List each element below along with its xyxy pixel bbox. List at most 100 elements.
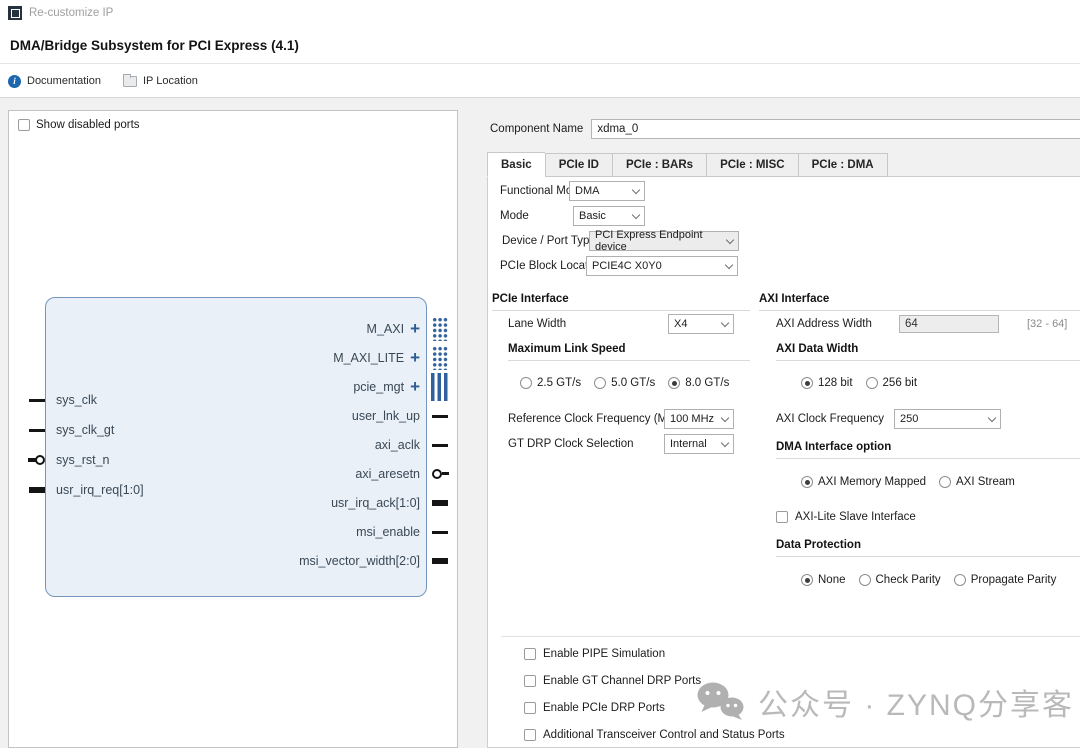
port-usr-irq-ack-1-0: usr_irq_ack[1:0] [46,493,426,513]
radio-5-0-gt-s[interactable]: 5.0 GT/s [594,377,655,389]
bus-pin-icon [432,558,448,564]
checkbox-additional-transceiver-control-and-status-ports[interactable]: Additional Transceiver Control and Statu… [524,725,785,745]
radio-propagate-parity[interactable]: Propagate Parity [954,574,1057,586]
port-label: M_AXI [367,322,405,336]
gt-drp-label: GT DRP Clock Selection [508,438,633,450]
chevron-down-icon [632,210,640,218]
gt-drp-select[interactable]: Internal [664,434,734,454]
checkbox-enable-pcie-drp-ports[interactable]: Enable PCIe DRP Ports [524,698,665,718]
checkbox-label: Enable PIPE Simulation [543,648,665,660]
axi-addr-width-range: [32 - 64] [1027,318,1067,330]
scalar-pin-icon [29,429,45,432]
bus-pin-icon [29,487,45,493]
ip-core-block: sys_clksys_clk_gtsys_rst_nusr_irq_req[1:… [45,297,427,597]
checkbox-icon [18,119,30,131]
radio-label: 2.5 GT/s [537,377,581,389]
radio-axi-stream[interactable]: AXI Stream [939,476,1015,488]
device-port-type-label: Device / Port Type [502,235,596,247]
info-icon: i [8,75,21,88]
port-label: pcie_mgt [353,380,404,394]
radio-label: 5.0 GT/s [611,377,655,389]
data-protection-title: Data Protection [776,539,1080,557]
lane-width-select[interactable]: X4 [668,314,734,334]
radio-label: AXI Memory Mapped [818,476,926,488]
ref-clock-select[interactable]: 100 MHz [664,409,734,429]
radio-icon [939,476,951,488]
component-name-input[interactable] [591,119,1080,139]
tab-pcie-dma[interactable]: PCIe : DMA [798,153,888,177]
chevron-down-icon [721,318,729,326]
radio-8-0-gt-s[interactable]: 8.0 GT/s [668,377,729,389]
axi-lite-slave-checkbox[interactable]: AXI-Lite Slave Interface [776,507,916,527]
port-msi-enable: msi_enable [46,522,426,542]
documentation-button[interactable]: i Documentation [8,75,101,88]
ip-location-button[interactable]: IP Location [123,75,198,87]
expand-plus-icon[interactable]: + [410,324,420,334]
pcie-interface-title: PCIe Interface [492,293,750,311]
radio-icon [866,377,878,389]
port-label: user_lnk_up [352,409,420,423]
active-low-ring-icon [35,455,45,465]
checkbox-label: Enable PCIe DRP Ports [543,702,665,714]
show-disabled-ports-checkbox[interactable]: Show disabled ports [18,119,140,131]
dotted-bus-icon [432,317,448,341]
tab-pcie-id[interactable]: PCIe ID [545,153,612,177]
radio-2-5-gt-s[interactable]: 2.5 GT/s [520,377,581,389]
chevron-down-icon [988,413,996,421]
component-name-row: Component Name [490,118,1080,139]
expand-plus-icon[interactable]: + [410,353,420,363]
port-m-axi-lite: M_AXI_LITE+ [46,348,426,368]
mode-select[interactable]: Basic [573,206,645,226]
ref-clock-label: Reference Clock Frequency (MHz) [508,413,685,425]
radio-none[interactable]: None [801,574,846,586]
radio-check-parity[interactable]: Check Parity [859,574,941,586]
radio-axi-memory-mapped[interactable]: AXI Memory Mapped [801,476,926,488]
lane-width-value: X4 [674,318,687,330]
port-msi-vector-width-2-0: msi_vector_width[2:0] [46,551,426,571]
tab-basic[interactable]: Basic [487,152,545,177]
port-label: msi_vector_width[2:0] [299,554,420,568]
lane-width-label: Lane Width [508,318,566,330]
checkbox-icon [524,675,536,687]
device-port-type-value: PCI Express Endpoint device [595,229,721,253]
bus-pin-icon [432,500,448,506]
lane-width-row: Lane Width [508,313,566,335]
tab-pcie-misc[interactable]: PCIe : MISC [706,153,798,177]
expand-plus-icon[interactable]: + [410,382,420,392]
tab-bar: BasicPCIe IDPCIe : BARsPCIe : MISCPCIe :… [487,152,888,177]
radio-256-bit[interactable]: 256 bit [866,377,918,389]
max-link-speed-title: Maximum Link Speed [508,343,750,361]
functional-mode-select[interactable]: DMA [569,181,645,201]
gt-drp-row: GT DRP Clock Selection [508,433,633,455]
main-area: Show disabled ports sys_clksys_clk_gtsys… [0,98,1080,748]
vivado-window-icon [8,6,22,20]
chevron-down-icon [721,413,729,421]
radio-icon [801,476,813,488]
axi-interface-title: AXI Interface [759,293,1080,311]
mode-value: Basic [579,210,606,222]
axi-clock-freq-row: AXI Clock Frequency [776,408,884,430]
port-label: usr_irq_ack[1:0] [331,496,420,510]
chevron-down-icon [721,438,729,446]
pcie-block-location-select[interactable]: PCIE4C X0Y0 [586,256,738,276]
port-pcie-mgt: pcie_mgt + [46,377,426,397]
port-m-axi: M_AXI + [46,319,426,339]
divider [0,63,1080,64]
chevron-down-icon [726,235,734,243]
radio-icon [954,574,966,586]
mode-label: Mode [500,210,529,222]
checkbox-icon [524,702,536,714]
radio-128-bit[interactable]: 128 bit [801,377,853,389]
axi-clock-freq-select[interactable]: 250 [894,409,1001,429]
checkbox-enable-pipe-simulation[interactable]: Enable PIPE Simulation [524,644,665,664]
checkbox-icon [524,729,536,741]
radio-label: 256 bit [883,377,918,389]
active-low-ring-icon [432,469,442,479]
striped-bus-icon [431,373,448,401]
scalar-pin-icon [29,399,45,402]
config-content: Functional Mode DMA Mode Basic Device / … [487,176,1080,748]
scalar-pin-icon [432,415,448,418]
tab-pcie-bars[interactable]: PCIe : BARs [612,153,706,177]
radio-icon [668,377,680,389]
checkbox-enable-gt-channel-drp-ports[interactable]: Enable GT Channel DRP Ports [524,671,701,691]
